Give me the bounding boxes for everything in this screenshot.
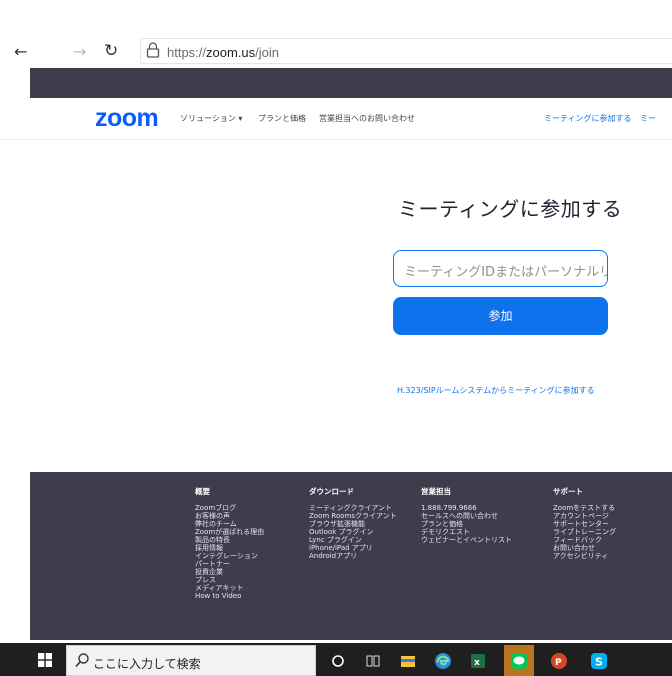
svg-text:S: S [595, 655, 603, 668]
file-explorer-icon[interactable] [393, 645, 423, 676]
footer-link[interactable]: お問い合わせ [553, 544, 616, 552]
footer-link[interactable]: Lync プラグイン [309, 536, 397, 544]
forward-icon[interactable]: → [73, 44, 86, 60]
footer-link[interactable]: プレス [195, 576, 264, 584]
footer-link[interactable]: お客様の声 [195, 512, 264, 520]
footer-column-about: 概要 Zoomブログ お客様の声 弊社のチーム Zoomが選ばれる理由 製品の特… [195, 487, 264, 601]
meeting-id-input[interactable]: ミーティングIDまたはパーソナルリ [393, 250, 608, 287]
edge-icon[interactable] [428, 645, 458, 676]
nav-join-meeting[interactable]: ミーティングに参加する [544, 113, 632, 124]
footer-link[interactable]: 投資企業 [195, 568, 264, 576]
footer-link[interactable]: 採用情報 [195, 544, 264, 552]
lock-icon [146, 42, 160, 58]
page-title: ミーティングに参加する [398, 197, 623, 221]
powerpoint-icon[interactable]: P [544, 645, 574, 676]
footer-link[interactable]: iPhone/iPad アプリ [309, 544, 397, 552]
footer-link[interactable]: Androidアプリ [309, 552, 397, 560]
footer-link[interactable]: サポートセンター [553, 520, 616, 528]
footer-heading: ダウンロード [309, 487, 354, 496]
url-prefix: https:// [167, 45, 207, 60]
url-text[interactable]: https://zoom.us/join [167, 45, 279, 60]
footer-link[interactable]: Outlook プラグイン [309, 528, 397, 536]
cortana-icon[interactable] [323, 645, 353, 676]
footer-link[interactable]: ブラウザ拡張機能 [309, 520, 397, 528]
footer-link[interactable]: ウェビナーとイベントリスト [421, 536, 512, 544]
footer-link[interactable]: アクセシビリティ [553, 552, 616, 560]
footer-heading: サポート [553, 487, 583, 496]
taskbar-search-placeholder: ここに入力して検索 [93, 657, 201, 671]
footer-link[interactable]: Zoom Roomsクライアント [309, 512, 397, 520]
footer-link[interactable]: Zoomが選ばれる理由 [195, 528, 264, 536]
taskbar-search-box[interactable]: ここに入力して検索 [66, 645, 316, 676]
line-icon[interactable] [504, 645, 534, 676]
footer-column-sales: 営業担当 1.888.799.9666 セールスへの問い合わせ プランと価格 デ… [421, 487, 512, 545]
windows-start-icon[interactable] [38, 653, 52, 667]
footer-link[interactable]: アカウントページ [553, 512, 616, 520]
footer-link[interactable]: デモリクエスト [421, 528, 512, 536]
h323-join-link[interactable]: H.323/SIPルームシステムからミーティングに参加する [397, 385, 595, 396]
svg-text:x: x [474, 658, 480, 668]
url-path: /join [255, 45, 280, 60]
back-icon[interactable]: ← [14, 44, 27, 60]
meeting-id-placeholder: ミーティングIDまたはパーソナルリ [404, 265, 608, 280]
join-button[interactable]: 参加 [393, 297, 608, 335]
refresh-icon[interactable]: ↻ [104, 43, 118, 60]
skype-icon[interactable]: S [584, 645, 614, 676]
footer-link[interactable]: ライブトレーニング [553, 528, 616, 536]
footer-link[interactable]: メディアキット [195, 584, 264, 592]
task-view-icon[interactable] [358, 645, 388, 676]
search-icon [75, 653, 89, 668]
footer-link[interactable]: プランと価格 [421, 520, 512, 528]
footer-link[interactable]: セールスへの問い合わせ [421, 512, 512, 520]
footer-link[interactable]: How to Video [195, 592, 264, 600]
nav-host-meeting[interactable]: ミー [640, 113, 656, 124]
top-banner [30, 68, 672, 98]
footer-heading: 営業担当 [421, 487, 451, 496]
footer-link[interactable]: ミーティングクライアント [309, 504, 397, 512]
footer-column-support: サポート Zoomをテストする アカウントページ サポートセンター ライブトレー… [553, 487, 616, 561]
nav-plans-pricing[interactable]: プランと価格 [258, 113, 306, 124]
footer-link[interactable]: 1.888.799.9666 [421, 504, 512, 512]
zoom-logo[interactable]: zoom [95, 104, 159, 133]
footer-link[interactable]: Zoomブログ [195, 504, 264, 512]
footer-link[interactable]: 製品の特長 [195, 536, 264, 544]
footer-heading: 概要 [195, 487, 210, 496]
footer-link[interactable]: 弊社のチーム [195, 520, 264, 528]
footer-link[interactable]: インテグレーション [195, 552, 264, 560]
excel-icon[interactable]: x [463, 645, 493, 676]
footer-link[interactable]: フィードバック [553, 536, 616, 544]
nav-contact-sales[interactable]: 営業担当へのお問い合わせ [319, 113, 415, 124]
footer-link[interactable]: パートナー [195, 560, 264, 568]
nav-solutions[interactable]: ソリューション ▾ [180, 113, 242, 124]
url-host: zoom.us [206, 45, 256, 60]
footer-link[interactable]: Zoomをテストする [553, 504, 616, 512]
footer-column-download: ダウンロード ミーティングクライアント Zoom Roomsクライアント ブラウ… [309, 487, 397, 561]
svg-text:P: P [555, 658, 562, 668]
